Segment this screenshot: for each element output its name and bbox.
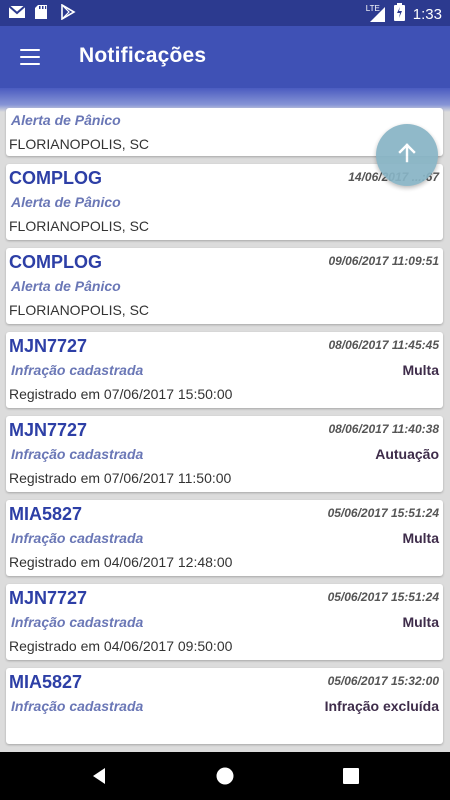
recents-icon[interactable] [339, 764, 363, 788]
notification-title: COMPLOG [9, 168, 102, 188]
signal-icon: LTE [365, 4, 386, 23]
notification-title: COMPLOG [9, 252, 102, 272]
notification-card[interactable]: MIA5827 05/06/2017 15:51:24 Infração cad… [6, 500, 443, 576]
notification-date: 08/06/2017 11:45:45 [328, 338, 439, 352]
network-type-label: LTE [365, 4, 380, 13]
scroll-to-top-button[interactable] [376, 124, 438, 186]
status-bar: LTE 1:33 [0, 0, 450, 26]
notification-detail: Registrado em 04/06/2017 12:48:00 [9, 554, 233, 570]
notification-status: Multa [402, 362, 439, 378]
notification-detail: Registrado em 07/06/2017 15:50:00 [9, 386, 233, 402]
notification-title: MJN7727 [9, 336, 88, 356]
notification-date: 05/06/2017 15:51:24 [327, 590, 439, 604]
notification-detail: FLORIANOPOLIS, SC [9, 218, 150, 234]
notification-date: 09/06/2017 11:09:51 [328, 254, 439, 268]
notification-title: MIA5827 [9, 672, 83, 692]
notification-type: Infração cadastrada [11, 698, 144, 714]
notification-type: Alerta de Pânico [11, 112, 121, 128]
app-bar: Notificações [0, 26, 450, 88]
navigation-bar [0, 752, 450, 800]
notification-status: Autuação [375, 446, 439, 462]
notification-type: Infração cadastrada [11, 446, 144, 462]
notification-type: Alerta de Pânico [11, 194, 121, 210]
notification-date: 05/06/2017 15:32:00 [327, 674, 439, 688]
notification-card[interactable]: MJN7727 08/06/2017 11:40:38 Infração cad… [6, 416, 443, 492]
home-icon[interactable] [213, 764, 237, 788]
clock: 1:33 [412, 5, 442, 23]
notification-card[interactable]: COMPLOG 09/06/2017 11:09:51 Alerta de Pâ… [6, 248, 443, 324]
notification-card[interactable]: MJN7727 05/06/2017 15:51:24 Infração cad… [6, 584, 443, 660]
notification-type: Infração cadastrada [11, 362, 144, 378]
notification-card[interactable]: COMPLOG 14/06/2017 ...:67 Alerta de Pâni… [6, 164, 443, 240]
notification-detail: FLORIANOPOLIS, SC [9, 136, 150, 152]
notification-status: Multa [402, 614, 439, 630]
notification-title: MIA5827 [9, 504, 83, 524]
play-store-icon [60, 3, 78, 22]
notification-card[interactable]: MIA5827 05/06/2017 15:32:00 Infração cad… [6, 668, 443, 744]
notification-type: Infração cadastrada [11, 614, 144, 630]
notification-status: Multa [402, 530, 439, 546]
notification-type: Alerta de Pânico [11, 278, 121, 294]
notification-title: MJN7727 [9, 420, 88, 440]
notification-type: Infração cadastrada [11, 530, 144, 546]
notification-detail: FLORIANOPOLIS, SC [9, 302, 150, 318]
notification-title: MJN7727 [9, 588, 88, 608]
arrow-up-icon [395, 141, 419, 170]
notification-card[interactable]: MJN7727 08/06/2017 11:45:45 Infração cad… [6, 332, 443, 408]
gmail-icon [8, 4, 26, 22]
hamburger-menu-icon[interactable] [14, 41, 46, 73]
page-title: Notificações [79, 44, 207, 67]
notification-list[interactable]: Alerta de Pânico FLORIANOPOLIS, SC COMPL… [0, 108, 450, 752]
back-icon[interactable] [87, 764, 111, 788]
battery-icon [393, 3, 405, 25]
sd-card-icon [34, 4, 52, 22]
notification-status: Infração excluída [324, 698, 439, 714]
notification-date: 05/06/2017 15:51:24 [327, 506, 439, 520]
notification-detail: Registrado em 04/06/2017 09:50:00 [9, 638, 233, 654]
notification-detail: Registrado em 07/06/2017 11:50:00 [9, 470, 232, 486]
notification-date: 08/06/2017 11:40:38 [328, 422, 439, 436]
